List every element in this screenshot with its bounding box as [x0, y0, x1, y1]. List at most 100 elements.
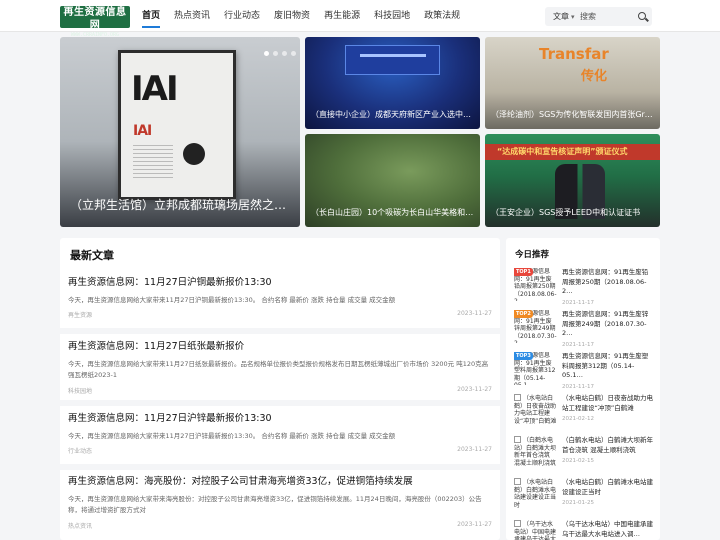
recommend-thumbnail[interactable]: （水电站白鹤）日夜奋战助力电站工程建设“冲顶”白鹤滩: [514, 394, 557, 427]
site-logo[interactable]: 再生资源信息网 WWW.CRRAINFO.ORG: [60, 6, 130, 38]
hero-tile-caption[interactable]: （泽纶油剂）SGS为传化智联发国内首张GreenMa…: [485, 109, 660, 129]
nav-item-waste[interactable]: 废旧物资: [267, 0, 317, 32]
hero-tile-caption[interactable]: （直接中小企业）成都天府新区产业入选中小企…: [305, 109, 480, 129]
article-meta: 行业动态 2023-11-27: [68, 446, 492, 455]
recommend-title[interactable]: 再生资源信息网：91再生废铅周报第250期（2018.08.06-2…: [562, 268, 654, 297]
recommend-title[interactable]: （白鹤水电站）白鹤滩大坝新年首仓浇筑 混凝土顺利浇筑: [562, 436, 654, 455]
article-summary: 今天，再生资源信息网给大家带来海亮股份：对控股子公司甘肃海亮增资33亿，促进铜箔…: [68, 495, 482, 514]
recommend-title[interactable]: （水电站白鹤）日夜奋战助力电站工程建设“冲顶”白鹤滩: [562, 394, 654, 413]
nav-item-policy[interactable]: 政策法规: [417, 0, 467, 32]
recommend-text: （水电站白鹤）白鹤滩水电站建设建设正当时 2021-01-25: [562, 478, 654, 509]
hero-main-slide[interactable]: IAI IAI （立邦生活馆）立邦成都琉璃场居然之家…: [60, 37, 300, 227]
article-category[interactable]: 再生资源: [68, 312, 92, 319]
article-title[interactable]: 再生资源信息网：11月27日沪锌最新报价13:30: [68, 412, 492, 425]
hero-main-caption[interactable]: （立邦生活馆）立邦成都琉璃场居然之家…: [60, 196, 300, 227]
article-category[interactable]: 热点资讯: [68, 523, 92, 530]
recommend-date: 2021-02-12: [562, 416, 594, 422]
rank-badge: TOP2: [514, 310, 533, 318]
nav-item-home[interactable]: 首页: [135, 0, 167, 32]
hero-tile-caption[interactable]: （长白山庄园）10个吸碳为长白山华美格和旅发…: [305, 207, 480, 227]
latest-articles-title: 最新文章: [70, 249, 114, 262]
carousel-dot[interactable]: [291, 51, 296, 56]
article-title[interactable]: 再生资源信息网：11月27日沪铜最新报价13:30: [68, 276, 492, 289]
recommend-title[interactable]: 再生资源信息网：91再生废塑料周报第312期（05.14-05.1…: [562, 352, 654, 381]
hero-tile-3[interactable]: （长白山庄园）10个吸碳为长白山华美格和旅发…: [305, 134, 480, 227]
search-input[interactable]: [580, 10, 635, 23]
article-summary: 今天，再生资源信息网给大家带来11月27日沪铜最新报价13:30。 合约名称 最…: [68, 296, 396, 304]
rank-badge: TOP3: [514, 352, 533, 360]
recommend-date: 2021-11-17: [562, 383, 594, 390]
article-summary: 今天，再生资源信息网给大家带来11月27日沪锌最新报价13:30。 合约名称 最…: [68, 432, 396, 440]
article-separator: [60, 464, 500, 470]
nav-item-energy[interactable]: 再生能源: [317, 0, 367, 32]
frame-badge: [183, 143, 205, 165]
ceremony-banner-text: “达成碳中和宣告核证声明”颁证仪式: [497, 147, 628, 156]
carousel-dot[interactable]: [264, 51, 269, 56]
article-item[interactable]: 再生资源信息网：海亮股份：对控股子公司甘肃海亮增资33亿，促进铜箔持续发展 今天…: [68, 475, 492, 530]
article-summary: 今天，再生资源信息网给大家带来11月27日纸张最新报价。品名规格单位报价类型报价…: [68, 360, 489, 379]
article-separator: [60, 400, 500, 406]
nav-item-tech[interactable]: 科技园地: [367, 0, 417, 32]
article-date: 2023-11-27: [457, 310, 492, 317]
carousel-dot[interactable]: [273, 51, 278, 56]
recommend-title[interactable]: （乌干达水电站）中国电建承建乌干达最大水电站进入调…: [562, 520, 654, 539]
search-type-select[interactable]: 文章: [553, 7, 575, 27]
latest-articles: 最新文章 再生资源信息网：11月27日沪铜最新报价13:30 今天，再生资源信息…: [60, 238, 500, 540]
recommend-text: （白鹤水电站）白鹤滩大坝新年首仓浇筑 混凝土顺利浇筑 2021-02-15: [562, 436, 654, 467]
recommend-thumbnail[interactable]: TOP1 再生资源信息网：91再生废铅周报第250期（2018.08.06-2: [514, 268, 557, 301]
ceremony-banner: “达成碳中和宣告核证声明”颁证仪式: [485, 144, 660, 160]
article-date: 2023-11-27: [457, 521, 492, 528]
article-meta: 再生资源 2023-11-27: [68, 310, 492, 319]
article-date: 2023-11-27: [457, 386, 492, 393]
hero-tile-2[interactable]: Transfar 传化 （泽纶油剂）SGS为传化智联发国内首张GreenMa…: [485, 37, 660, 129]
carousel-dots: [260, 51, 296, 56]
frame-logo: IAI: [131, 69, 179, 109]
article-item[interactable]: 再生资源信息网：11月27日纸张最新报价 今天，再生资源信息网给大家带来11月2…: [68, 340, 492, 395]
frame-text-lines: [133, 145, 173, 181]
logo-title: 再生资源信息网: [63, 7, 127, 31]
award-frame-image: IAI IAI: [118, 50, 236, 200]
recommend-title[interactable]: （水电站白鹤）白鹤滩水电站建设建设正当时: [562, 478, 654, 497]
recommend-thumbnail[interactable]: （白鹤水电站）白鹤滩大坝新年首仓浇筑 混凝土顺利浇筑: [514, 436, 557, 469]
article-date: 2023-11-27: [457, 446, 492, 453]
broken-image-icon: [514, 436, 521, 443]
recommend-date: 2021-11-17: [562, 341, 594, 348]
article-category[interactable]: 科技园地: [68, 388, 92, 395]
recommend-title[interactable]: 再生资源信息网：91再生废锌周报第249期（2018.07.30-2…: [562, 310, 654, 339]
main-nav: 首页 热点资讯 行业动态 废旧物资 再生能源 科技园地 政策法规: [135, 0, 467, 32]
rank-badge: TOP1: [514, 268, 533, 276]
recommend-date: 2021-02-15: [562, 458, 594, 464]
article-category[interactable]: 行业动态: [68, 448, 92, 455]
article-item[interactable]: 再生资源信息网：11月27日沪铜最新报价13:30 今天，再生资源信息网给大家带…: [68, 276, 492, 319]
broken-image-icon: [514, 520, 521, 527]
article-separator: [60, 328, 500, 334]
article-title[interactable]: 再生资源信息网：11月27日纸张最新报价: [68, 340, 492, 353]
carousel-dot[interactable]: [282, 51, 287, 56]
broken-image-icon: [514, 478, 521, 485]
article-title[interactable]: 再生资源信息网：海亮股份：对控股子公司甘肃海亮增资33亿，促进铜箔持续发展: [68, 475, 492, 488]
transfar-cn-logo: 传化: [581, 69, 608, 84]
article-meta: 科技园地 2023-11-27: [68, 386, 492, 395]
today-recommend-title: 今日推荐: [515, 250, 550, 260]
article-meta: 热点资讯 2023-11-27: [68, 521, 492, 530]
recommend-thumbnail[interactable]: TOP3 再生资源信息网：91再生废塑料周报第312期（05.14-05.1: [514, 352, 557, 385]
search-box: 文章: [545, 7, 652, 26]
recommend-text: （乌干达水电站）中国电建承建乌干达最大水电站进入调…: [562, 520, 654, 539]
hero-tile-caption[interactable]: （王安企业）SGS授予LEED中和认证证书: [485, 207, 660, 227]
recommend-text: 再生资源信息网：91再生废锌周报第249期（2018.07.30-2… 2021…: [562, 310, 654, 350]
hero-tile-1[interactable]: （直接中小企业）成都天府新区产业入选中小企…: [305, 37, 480, 129]
hero-tile-4[interactable]: “达成碳中和宣告核证声明”颁证仪式 （王安企业）SGS授予LEED中和认证证书: [485, 134, 660, 227]
site-header: 再生资源信息网 WWW.CRRAINFO.ORG 首页 热点资讯 行业动态 废旧…: [0, 0, 720, 38]
recommend-date: 2021-11-17: [562, 299, 594, 306]
recommend-text: 再生资源信息网：91再生废塑料周报第312期（05.14-05.1… 2021-…: [562, 352, 654, 392]
recommend-thumbnail[interactable]: TOP2 再生资源信息网：91再生废锌周报第249期（2018.07.30-2: [514, 310, 557, 343]
recommend-date: 2021-01-25: [562, 500, 594, 506]
search-icon[interactable]: [638, 12, 646, 20]
recommend-thumbnail[interactable]: （水电站白鹤）白鹤滩水电站建设建设正当时: [514, 478, 557, 511]
nav-item-hot-news[interactable]: 热点资讯: [167, 0, 217, 32]
nav-item-industry[interactable]: 行业动态: [217, 0, 267, 32]
transfar-logo: Transfar: [539, 45, 609, 63]
recommend-thumbnail[interactable]: （乌干达水电站）中国电建承建乌干达最大水电站进入调: [514, 520, 557, 540]
article-item[interactable]: 再生资源信息网：11月27日沪锌最新报价13:30 今天，再生资源信息网给大家带…: [68, 412, 492, 455]
stage-screen: [345, 45, 440, 75]
